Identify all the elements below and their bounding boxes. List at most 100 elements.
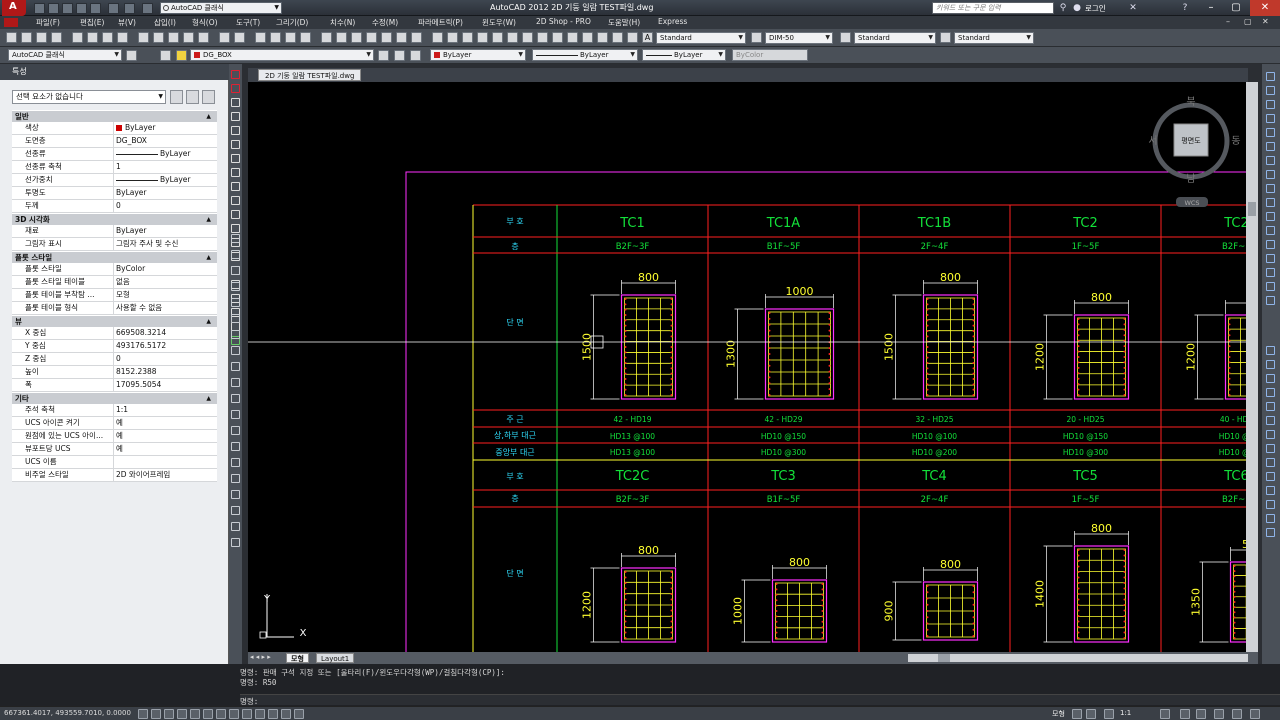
sheet-set-icon[interactable] bbox=[366, 32, 377, 43]
property-section-header[interactable]: 3D 시각화 ▲ bbox=[12, 213, 217, 225]
modify-tool-icon[interactable] bbox=[1266, 268, 1275, 277]
dimension-tool-icon[interactable] bbox=[1266, 500, 1275, 509]
design-center-icon[interactable] bbox=[336, 32, 347, 43]
draw-add-selected-icon[interactable] bbox=[231, 538, 240, 547]
modify-tool-icon[interactable] bbox=[1266, 86, 1275, 95]
property-value[interactable]: 493176.5172 bbox=[113, 340, 216, 352]
property-row[interactable]: 뷰포트당 UCS 예 bbox=[12, 443, 217, 456]
zoom-realtime-icon[interactable] bbox=[270, 32, 281, 43]
table-style-select[interactable]: Standard ▼ bbox=[854, 32, 936, 44]
property-section-header[interactable]: 기타 ▲ bbox=[12, 392, 217, 404]
modify-tool-icon[interactable] bbox=[1266, 170, 1275, 179]
layer-select[interactable]: DG_BOX ▼ bbox=[190, 49, 374, 61]
draw-make-block-icon[interactable] bbox=[231, 426, 240, 435]
zoom-previous-icon[interactable] bbox=[300, 32, 311, 43]
menu-item[interactable]: 파라메트릭(P) bbox=[418, 17, 463, 28]
publish-icon[interactable] bbox=[102, 32, 113, 43]
draw-construction-line-icon[interactable] bbox=[231, 250, 240, 259]
quick-view-layouts-icon[interactable] bbox=[1072, 709, 1082, 719]
scroll-thumb[interactable] bbox=[1248, 202, 1256, 216]
menu-item[interactable]: 치수(N) bbox=[330, 17, 355, 28]
markup-icon[interactable] bbox=[381, 32, 392, 43]
grid-icon[interactable] bbox=[151, 709, 161, 719]
3d-dwf-icon[interactable] bbox=[117, 32, 128, 43]
dimension-tool-icon[interactable] bbox=[1266, 514, 1275, 523]
qnew-icon[interactable] bbox=[21, 32, 32, 43]
menu-item[interactable]: 수정(M) bbox=[372, 17, 398, 28]
save-as-icon[interactable] bbox=[76, 3, 87, 14]
ts12-icon[interactable] bbox=[597, 32, 608, 43]
calculator-icon[interactable] bbox=[396, 32, 407, 43]
property-row[interactable]: 원점에 있는 UCS 아이... 예 bbox=[12, 430, 217, 443]
dimension-tool-icon[interactable] bbox=[1266, 388, 1275, 397]
draw-arc-icon[interactable] bbox=[231, 314, 240, 323]
annotation-scale-select[interactable]: 1:1 bbox=[1120, 709, 1131, 717]
help-icon[interactable] bbox=[411, 32, 422, 43]
dimension-tool-icon[interactable] bbox=[1266, 486, 1275, 495]
dimension-tool-icon[interactable] bbox=[1266, 472, 1275, 481]
draw-mtext-icon[interactable] bbox=[231, 522, 240, 531]
property-value[interactable]: 예 bbox=[113, 443, 216, 455]
dimension-tool-icon[interactable] bbox=[1266, 402, 1275, 411]
draw-region-icon[interactable] bbox=[231, 490, 240, 499]
draw-spline-icon[interactable] bbox=[231, 362, 240, 371]
ts2-icon[interactable] bbox=[447, 32, 458, 43]
menu-item[interactable]: 도움말(H) bbox=[608, 17, 640, 28]
property-row[interactable]: 폭 17095.5054 bbox=[12, 379, 217, 392]
draw-gradient-icon[interactable] bbox=[231, 474, 240, 483]
draw-hatch-icon[interactable] bbox=[231, 458, 240, 467]
workspace-select[interactable]: AutoCAD 클래식 ▼ bbox=[160, 2, 282, 14]
3dosnap-icon[interactable] bbox=[203, 709, 213, 719]
new-icon[interactable] bbox=[6, 32, 17, 43]
user-icon[interactable]: ● bbox=[1072, 3, 1082, 13]
menubar-restore-button[interactable]: ▢ bbox=[1244, 17, 1252, 26]
modify-tool-icon[interactable] bbox=[1266, 114, 1275, 123]
dimension-tool-icon[interactable] bbox=[1266, 430, 1275, 439]
undo-icon[interactable] bbox=[108, 3, 119, 14]
modify-tool-icon[interactable] bbox=[1266, 296, 1275, 305]
property-row[interactable]: Y 중심 493176.5172 bbox=[12, 340, 217, 353]
lock-icon[interactable] bbox=[1180, 709, 1190, 719]
arc-icon[interactable] bbox=[231, 140, 240, 149]
command-input[interactable]: 명령: bbox=[240, 694, 1280, 706]
zoom-window-icon[interactable] bbox=[285, 32, 296, 43]
property-row[interactable]: 주석 축척 1:1 bbox=[12, 404, 217, 417]
property-row[interactable]: 색상 ByLayer bbox=[12, 122, 217, 135]
draw-circle-icon[interactable] bbox=[231, 330, 240, 339]
property-row[interactable]: 선종류 축척 1 bbox=[12, 161, 217, 174]
menu-item[interactable]: 파일(F) bbox=[36, 17, 60, 28]
menu-item[interactable]: Express bbox=[658, 17, 687, 26]
menu-item[interactable]: 편집(E) bbox=[80, 17, 104, 28]
modify-tool-icon[interactable] bbox=[1266, 72, 1275, 81]
line-icon[interactable] bbox=[231, 70, 240, 79]
dim-style-select[interactable]: DIM-50 ▼ bbox=[765, 32, 833, 44]
toggle-pickadd-icon[interactable] bbox=[170, 90, 183, 104]
property-row[interactable]: Z 중심 0 bbox=[12, 353, 217, 366]
ts10-icon[interactable] bbox=[567, 32, 578, 43]
draw-polygon-icon[interactable] bbox=[231, 282, 240, 291]
save-icon[interactable] bbox=[62, 3, 73, 14]
property-value[interactable] bbox=[113, 456, 216, 468]
clean-screen-icon[interactable] bbox=[1250, 709, 1260, 719]
exchange-icon[interactable]: ✕ bbox=[1128, 3, 1138, 13]
property-row[interactable]: 도면층 DG_BOX bbox=[12, 135, 217, 148]
close-button[interactable]: ✕ bbox=[1250, 0, 1280, 16]
property-value[interactable]: 예 bbox=[113, 417, 216, 429]
ts11-icon[interactable] bbox=[582, 32, 593, 43]
quick-access-dropdown-icon[interactable] bbox=[142, 3, 153, 14]
property-value[interactable]: 0 bbox=[113, 200, 216, 212]
open-icon[interactable] bbox=[36, 32, 47, 43]
ts9-icon[interactable] bbox=[552, 32, 563, 43]
property-value[interactable]: 예 bbox=[113, 430, 216, 442]
pan-icon[interactable] bbox=[255, 32, 266, 43]
property-value[interactable]: ByLayer bbox=[113, 187, 216, 199]
match-properties-icon[interactable] bbox=[183, 32, 194, 43]
workspace-switch-icon[interactable] bbox=[1160, 709, 1170, 719]
text-style-icon[interactable]: A bbox=[642, 32, 653, 43]
draw-ellipse-arc-icon[interactable] bbox=[231, 394, 240, 403]
modify-tool-icon[interactable] bbox=[1266, 184, 1275, 193]
quick-view-drawings-icon[interactable] bbox=[1086, 709, 1096, 719]
search-input[interactable]: 키워드 또는 구문 입력 bbox=[932, 2, 1054, 14]
color-select[interactable]: ByLayer ▼ bbox=[430, 49, 526, 61]
property-row[interactable]: 선가중치 ByLayer bbox=[12, 174, 217, 187]
